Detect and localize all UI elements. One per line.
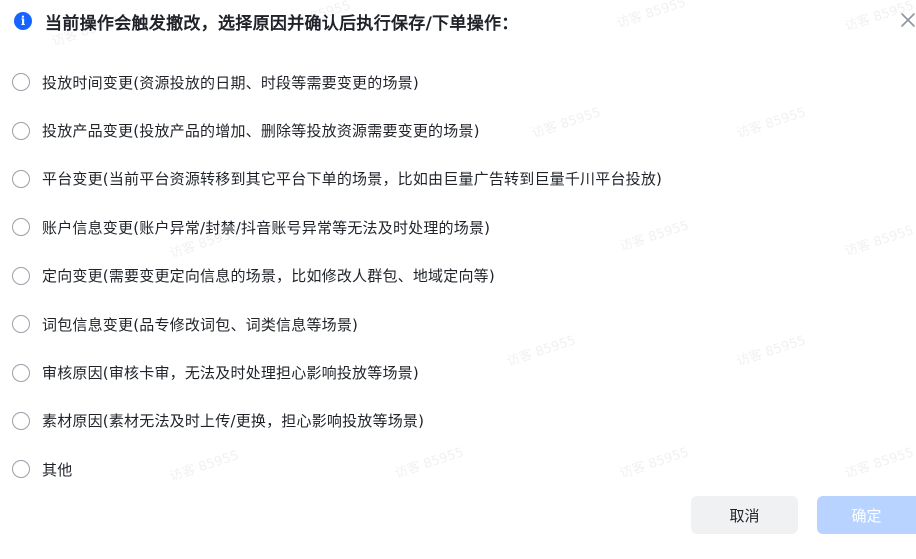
reason-option-label: 词包信息变更(品专修改词包、词类信息等场景) (42, 315, 359, 334)
radio-button[interactable] (12, 73, 30, 92)
close-icon (901, 13, 915, 27)
info-icon: i (14, 12, 32, 30)
reason-option[interactable]: 定向变更(需要变更定向信息的场景，比如修改人群包、地域定向等) (12, 252, 896, 300)
close-button[interactable] (900, 12, 916, 28)
radio-button[interactable] (12, 460, 30, 479)
reason-option-label: 投放时间变更(资源投放的日期、时段等需要变更的场景) (42, 73, 419, 92)
radio-button[interactable] (12, 266, 30, 285)
reason-option[interactable]: 词包信息变更(品专修改词包、词类信息等场景) (12, 300, 896, 348)
dialog-header: i 当前操作会触发撤改，选择原因并确认后执行保存/下单操作： (14, 9, 876, 34)
radio-button[interactable] (12, 411, 30, 430)
dialog-title: 当前操作会触发撤改，选择原因并确认后执行保存/下单操作： (45, 13, 519, 34)
reason-option-label: 投放产品变更(投放产品的增加、删除等投放资源需要变更的场景) (42, 122, 480, 141)
reason-option-label: 定向变更(需要变更定向信息的场景，比如修改人群包、地域定向等) (42, 267, 495, 286)
reason-option[interactable]: 平台变更(当前平台资源转移到其它平台下单的场景，比如由巨量广告转到巨量千川平台投… (12, 155, 896, 203)
reason-option-label: 素材原因(素材无法及时上传/更换，担心影响投放等场景) (42, 412, 425, 431)
radio-button[interactable] (12, 121, 30, 140)
reason-option-label: 平台变更(当前平台资源转移到其它平台下单的场景，比如由巨量广告转到巨量千川平台投… (42, 170, 663, 189)
reason-radio-group: 投放时间变更(资源投放的日期、时段等需要变更的场景) 投放产品变更(投放产品的增加… (12, 58, 896, 494)
confirm-button[interactable]: 确定 (817, 496, 916, 534)
radio-button[interactable] (12, 363, 30, 382)
reason-option[interactable]: 投放产品变更(投放产品的增加、删除等投放资源需要变更的场景) (12, 106, 896, 154)
radio-button[interactable] (12, 315, 30, 334)
reason-option[interactable]: 素材原因(素材无法及时上传/更换，担心影响投放等场景) (12, 397, 896, 445)
reason-option[interactable]: 账户信息变更(账户异常/封禁/抖音账号异常等无法及时处理的场景) (12, 203, 896, 251)
reason-option[interactable]: 审核原因(审核卡审，无法及时处理担心影响投放等场景) (12, 348, 896, 396)
reason-option[interactable]: 其他 (12, 445, 896, 493)
reason-option-label: 审核原因(审核卡审，无法及时处理担心影响投放等场景) (42, 364, 419, 383)
change-reason-dialog: 访客 85955 访客 85955 访客 85955 访客 85955 访客 85955… (0, 0, 916, 559)
reason-option[interactable]: 投放时间变更(资源投放的日期、时段等需要变更的场景) (12, 58, 896, 106)
radio-button[interactable] (12, 169, 30, 188)
reason-option-label: 账户信息变更(账户异常/封禁/抖音账号异常等无法及时处理的场景) (42, 218, 491, 237)
cancel-button[interactable]: 取消 (691, 496, 798, 534)
dialog-footer: 取消 确定 (691, 496, 916, 534)
reason-option-label: 其他 (42, 460, 73, 479)
radio-button[interactable] (12, 218, 30, 237)
